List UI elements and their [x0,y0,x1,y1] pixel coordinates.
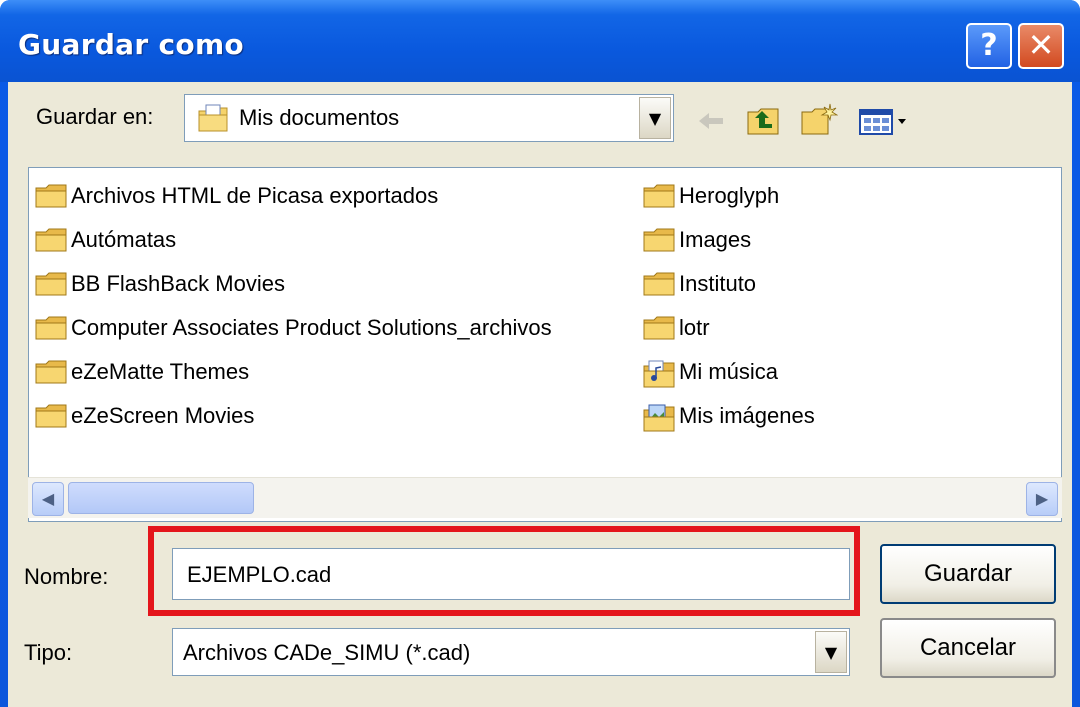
scroll-left-icon[interactable]: ◀ [32,482,64,516]
music-folder-icon [643,360,675,388]
views-menu-icon[interactable] [856,102,912,140]
filename-highlight-box [148,526,860,616]
file-name: Mis imágenes [679,403,815,428]
pictures-folder-icon [643,404,675,432]
chevron-down-icon[interactable]: ▼ [639,97,671,139]
up-folder-icon[interactable] [744,102,782,140]
folder-icon [35,404,67,428]
folder-icon [35,316,67,340]
cancel-button[interactable]: Cancelar [880,618,1056,678]
list-item[interactable]: Images [643,220,751,260]
file-name: Autómatas [71,227,177,252]
folder-icon [35,272,67,296]
file-name: Images [679,227,752,252]
list-item[interactable]: eZeMatte Themes [35,352,249,392]
dialog-title: Guardar como [18,28,244,61]
horizontal-scrollbar[interactable]: ◀ ▶ [28,477,1062,518]
file-name: eZeMatte Themes [71,359,250,384]
save-button[interactable]: Guardar [880,544,1056,604]
file-name: Instituto [679,271,757,296]
filename-label: Nombre: [24,564,109,589]
save-as-dialog: Guardar como ? ✕ Guardar en: Mis documen… [0,0,1080,707]
list-item[interactable]: eZeScreen Movies [35,396,254,436]
folder-icon [643,272,675,296]
list-item[interactable]: Autómatas [35,220,176,260]
folder-icon [643,184,675,208]
back-icon[interactable] [692,102,730,140]
dialog-body: Guardar en: Mis documentos ▼ Archivos HT… [8,82,1072,707]
folder-icon [643,316,675,340]
chevron-down-icon[interactable]: ▼ [815,631,847,673]
list-item[interactable]: Archivos HTML de Picasa exportados [35,176,438,216]
save-in-label: Guardar en: [36,104,154,129]
title-bar[interactable]: Guardar como ? ✕ [0,0,1080,82]
list-item[interactable]: lotr [643,308,710,348]
file-name: Heroglyph [679,183,780,208]
save-in-dropdown[interactable]: Mis documentos ▼ [184,94,674,142]
file-name: Computer Associates Product Solutions_ar… [71,315,552,340]
filetype-value: Archivos CADe_SIMU (*.cad) [183,640,471,665]
file-name: Archivos HTML de Picasa exportados [71,183,439,208]
list-item[interactable]: Mis imágenes [643,396,815,436]
documents-folder-icon [197,103,229,137]
scroll-right-icon[interactable]: ▶ [1026,482,1058,516]
file-name: BB FlashBack Movies [71,271,285,296]
save-in-value: Mis documentos [239,105,400,130]
folder-icon [35,360,67,384]
close-button[interactable]: ✕ [1018,23,1064,69]
scrollbar-thumb[interactable] [68,482,254,514]
file-list[interactable]: Archivos HTML de Picasa exportados Autóm… [28,167,1062,522]
list-item[interactable]: Mi música [643,352,778,392]
folder-icon [35,184,67,208]
list-item[interactable]: Computer Associates Product Solutions_ar… [35,308,552,348]
list-item[interactable]: BB FlashBack Movies [35,264,285,304]
folder-icon [35,228,67,252]
file-name: Mi música [679,359,779,384]
folder-icon [643,228,675,252]
list-item[interactable]: Instituto [643,264,756,304]
file-name: eZeScreen Movies [71,403,255,428]
new-folder-icon[interactable] [800,100,838,138]
help-button[interactable]: ? [966,23,1012,69]
filetype-label: Tipo: [24,640,73,665]
filetype-dropdown[interactable]: Archivos CADe_SIMU (*.cad) ▼ [172,628,850,676]
file-name: lotr [679,315,710,340]
list-item[interactable]: Heroglyph [643,176,779,216]
